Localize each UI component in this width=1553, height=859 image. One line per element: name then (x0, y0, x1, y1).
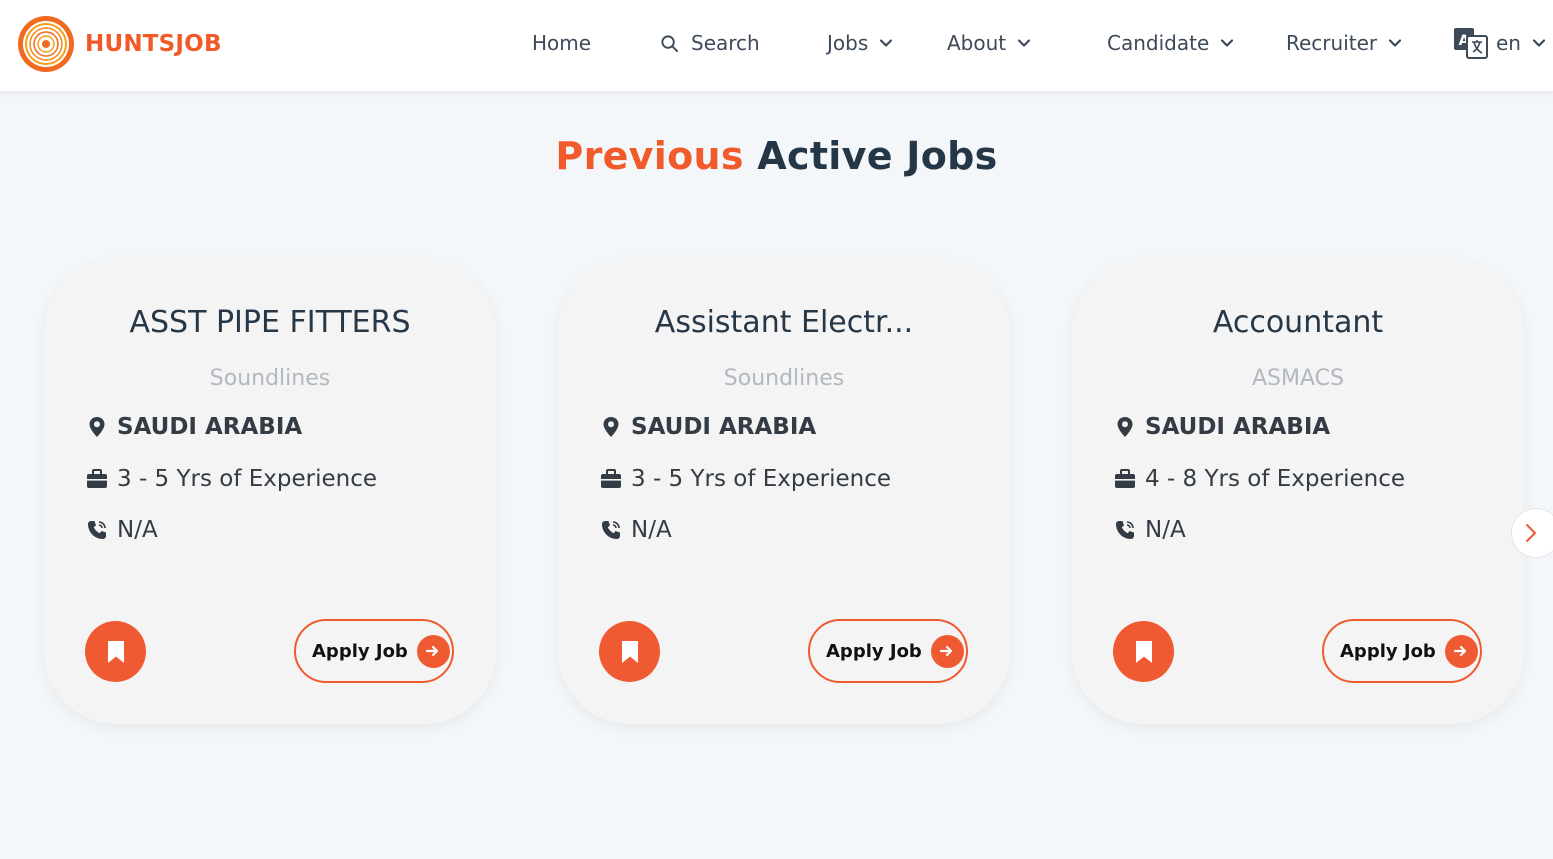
nav-recruiter-dropdown[interactable]: Recruiter (1286, 30, 1402, 56)
briefcase-icon (86, 468, 108, 490)
location-pin-icon (1114, 416, 1136, 438)
job-experience: 4 - 8 Yrs of Experience (1114, 466, 1405, 492)
job-location-text: SAUDI ARABIA (1145, 414, 1331, 440)
bookmark-icon (1135, 640, 1152, 663)
briefcase-icon (1114, 468, 1136, 490)
section-title-main: Active Jobs (757, 134, 998, 178)
job-phone-text: N/A (1145, 517, 1186, 543)
apply-job-label: Apply Job (1340, 640, 1436, 662)
nav-search[interactable]: Search (660, 30, 760, 56)
job-card[interactable]: ASST PIPE FITTERS Soundlines SAUDI ARABI… (44, 260, 496, 724)
nav-candidate-dropdown[interactable]: Candidate (1107, 30, 1234, 56)
job-experience: 3 - 5 Yrs of Experience (86, 466, 377, 492)
job-phone: N/A (86, 517, 158, 543)
company-name: ASMACS (1252, 366, 1344, 391)
bookmark-button[interactable] (1113, 621, 1174, 682)
chevron-down-icon (1221, 39, 1234, 47)
job-card[interactable]: Accountant ASMACS SAUDI ARABIA 4 - 8 Yrs… (1072, 260, 1524, 724)
job-experience-text: 4 - 8 Yrs of Experience (1145, 466, 1406, 492)
apply-job-button[interactable]: Apply Job (1322, 619, 1482, 683)
briefcase-icon (600, 468, 622, 490)
job-experience: 3 - 5 Yrs of Experience (600, 466, 891, 492)
job-experience-text: 3 - 5 Yrs of Experience (117, 466, 378, 492)
job-location: SAUDI ARABIA (1114, 414, 1330, 440)
logo-icon (18, 16, 74, 72)
carousel-next-button[interactable] (1511, 508, 1553, 558)
nav-jobs-dropdown[interactable]: Jobs (827, 30, 893, 56)
nav-candidate-label: Candidate (1107, 31, 1210, 55)
section-title-accent: Previous (555, 134, 744, 178)
job-card[interactable]: Assistant Electr... Soundlines SAUDI ARA… (558, 260, 1010, 724)
job-phone: N/A (600, 517, 672, 543)
job-title[interactable]: Assistant Electr... (588, 305, 980, 340)
apply-job-label: Apply Job (312, 640, 408, 662)
nav-home[interactable]: Home (532, 30, 591, 56)
nav-home-label: Home (532, 31, 592, 55)
apply-job-button[interactable]: Apply Job (294, 619, 454, 683)
language-selector[interactable]: A en (1453, 27, 1545, 59)
company-name: Soundlines (723, 366, 845, 391)
job-location-text: SAUDI ARABIA (117, 414, 303, 440)
job-location: SAUDI ARABIA (86, 414, 302, 440)
apply-job-label: Apply Job (826, 640, 922, 662)
nav-search-label: Search (691, 31, 760, 55)
brand-name: HUNTSJOB (85, 31, 222, 57)
arrow-right-icon (1444, 634, 1478, 668)
job-title[interactable]: Accountant (1102, 305, 1494, 340)
location-pin-icon (600, 416, 622, 438)
nav-about-dropdown[interactable]: About (947, 30, 1031, 56)
job-title[interactable]: ASST PIPE FITTERS (74, 305, 466, 340)
job-phone: N/A (1114, 517, 1186, 543)
chevron-right-icon (1526, 524, 1536, 542)
chevron-down-icon (880, 39, 893, 47)
bookmark-icon (621, 640, 638, 663)
apply-job-button[interactable]: Apply Job (808, 619, 968, 683)
search-icon (661, 34, 679, 52)
chevron-down-icon (1018, 39, 1031, 47)
arrow-right-icon (416, 634, 450, 668)
chevron-down-icon (1389, 39, 1402, 47)
job-location: SAUDI ARABIA (600, 414, 816, 440)
company-name: Soundlines (209, 366, 331, 391)
job-experience-text: 3 - 5 Yrs of Experience (631, 466, 892, 492)
bookmark-icon (107, 640, 124, 663)
job-phone-text: N/A (631, 517, 672, 543)
job-phone-text: N/A (117, 517, 158, 543)
bookmark-button[interactable] (599, 621, 660, 682)
phone-icon (1114, 519, 1136, 541)
nav-recruiter-label: Recruiter (1286, 31, 1378, 55)
phone-icon (600, 519, 622, 541)
bookmark-button[interactable] (85, 621, 146, 682)
chevron-down-icon (1532, 39, 1545, 47)
nav-about-label: About (947, 31, 1007, 55)
arrow-right-icon (930, 634, 964, 668)
section-title: Previous Active Jobs (0, 134, 1553, 178)
phone-icon (86, 519, 108, 541)
language-label: en (1496, 31, 1521, 55)
job-location-text: SAUDI ARABIA (631, 414, 817, 440)
location-pin-icon (86, 416, 108, 438)
top-navbar: HUNTSJOB Home Search Jobs About Candidat… (0, 0, 1553, 91)
nav-jobs-label: Jobs (827, 31, 869, 55)
translate-icon: A (1454, 28, 1488, 59)
brand-logo[interactable]: HUNTSJOB (16, 14, 222, 74)
